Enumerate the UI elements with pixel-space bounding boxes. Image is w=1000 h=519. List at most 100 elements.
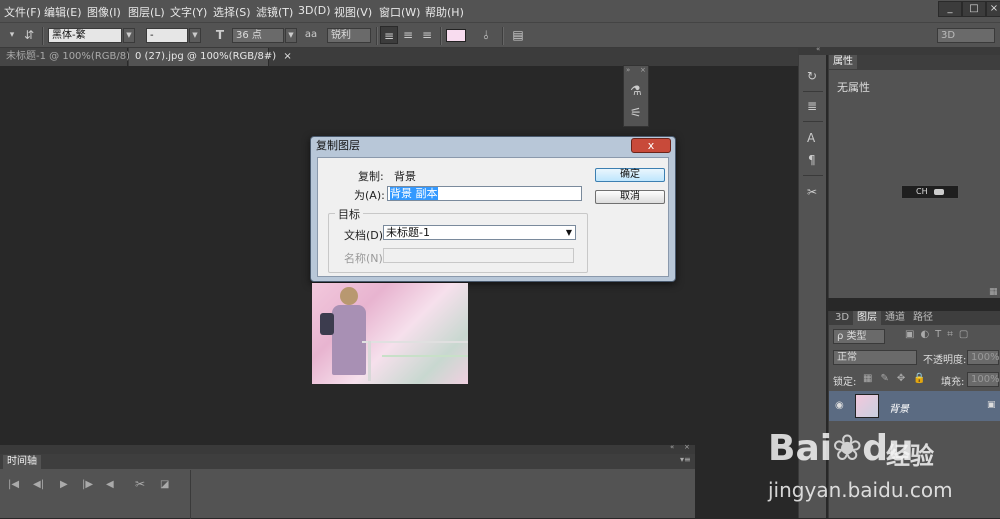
layer-name-selected-text: 背景 副本 (390, 187, 438, 200)
align-left-icon[interactable]: ≡ (380, 26, 398, 44)
align-right-icon[interactable]: ≡ (418, 26, 436, 44)
filter-icons[interactable]: ▣◐T⌗▢ (905, 329, 974, 340)
first-frame-icon[interactable]: |◀ (8, 479, 19, 490)
timeline-tab-bar: 时间轴 ▾≡ (0, 454, 695, 469)
font-style-caret-icon[interactable]: ▼ (189, 28, 201, 43)
minimize-button[interactable]: _ (938, 1, 962, 17)
menu-select[interactable]: 选择(S) (213, 4, 251, 20)
close-icon[interactable]: × (640, 66, 646, 74)
menu-3d[interactable]: 3D(D) (298, 4, 331, 17)
menu-filter[interactable]: 滤镜(T) (256, 4, 293, 20)
document-select-value: 未标题-1 (386, 226, 430, 239)
delete-icon[interactable]: ▦ (989, 287, 998, 297)
play-icon[interactable]: ▶ (60, 479, 68, 490)
character-icon[interactable]: A (807, 131, 815, 145)
cancel-button[interactable]: 取消 (595, 190, 665, 204)
tab-timeline[interactable]: 时间轴 (3, 455, 41, 469)
character-panel-icon[interactable]: ▤ (509, 26, 527, 44)
dialog-close-button[interactable]: x (631, 138, 671, 153)
history-icon[interactable]: ↻ (807, 69, 817, 83)
tab-3d[interactable]: 3D (831, 311, 853, 325)
document-tab-bar: 未标题-1 @ 100%(RGB/8) × 0 (27).jpg @ 100%(… (0, 48, 798, 66)
layer-row-background[interactable]: ◉ 背景 ▣ (829, 391, 1000, 421)
font-size-input[interactable]: 36 点 (232, 28, 284, 43)
menu-image[interactable]: 图像(I) (87, 4, 121, 20)
font-family-caret-icon[interactable]: ▼ (123, 28, 135, 43)
transition-icon[interactable]: ◪ (160, 479, 169, 490)
railing-post (368, 341, 371, 381)
collapse-icon[interactable]: « (670, 443, 674, 451)
lock-icons[interactable]: ▦✎✥🔒 (863, 373, 934, 384)
name-label: 名称(N): (344, 252, 387, 265)
tab-properties[interactable]: 属性 (829, 55, 857, 69)
menu-file[interactable]: 文件(F) (4, 4, 41, 20)
font-style-select[interactable]: - (146, 28, 188, 43)
name-field[interactable] (383, 248, 574, 263)
antialias-select[interactable]: 锐利 (327, 28, 371, 43)
opacity-input[interactable]: 100% (967, 350, 1000, 365)
canvas-image[interactable] (312, 283, 468, 384)
collapse-icon[interactable]: « (816, 45, 820, 53)
paragraph-icon[interactable]: ¶ (808, 153, 816, 167)
tab-untitled[interactable]: 未标题-1 @ 100%(RGB/8) × (0, 48, 146, 66)
document-select[interactable]: 未标题-1 ▼ (383, 225, 576, 240)
as-label: 为(A): (354, 189, 385, 202)
menu-layer[interactable]: 图层(L) (128, 4, 165, 20)
menu-window[interactable]: 窗口(W) (379, 4, 420, 20)
menu-type[interactable]: 文字(Y) (170, 4, 207, 20)
target-group-label: 目标 (335, 206, 363, 222)
font-size-caret-icon[interactable]: ▼ (285, 28, 297, 43)
timeline-header-strip: « × (0, 443, 695, 454)
tab-paths[interactable]: 路径 (909, 311, 937, 325)
menu-help[interactable]: 帮助(H) (425, 4, 464, 20)
tab-channels[interactable]: 通道 (881, 311, 909, 325)
text-color-swatch[interactable] (446, 29, 466, 42)
panel-menu-icon[interactable]: ▾≡ (680, 455, 691, 464)
tab-label: 0 (27).jpg @ 100%(RGB/8#) (135, 51, 277, 62)
duplicate-layer-dialog: 复制图层 x 复制: 背景 为(A): 背景 副本 目标 文档(D): 未标题-… (310, 136, 676, 282)
timeline-panel: « × 时间轴 ▾≡ |◀ ◀| ▶ |▶ ◀ ✂ ◪ (0, 443, 695, 519)
tab-label: 未标题-1 @ 100%(RGB/8) (6, 51, 131, 62)
layer-name-input[interactable]: 背景 副本 (387, 186, 582, 201)
opacity-label: 不透明度: (923, 355, 967, 366)
fill-input[interactable]: 100% (967, 372, 1000, 387)
blend-mode-select[interactable]: 正常 (833, 350, 917, 365)
tool-preset-caret-icon[interactable]: ▾ (3, 26, 21, 44)
warp-text-icon[interactable]: ⫰ (477, 26, 495, 44)
ime-toolbar[interactable]: CH (901, 185, 959, 199)
options-bar: ▾ ⇵ 黑体-繁 ▼ - ▼ T 36 点 ▼ aa 锐利 ≡ ≡ ≡ ⫰ ▤ … (0, 22, 1000, 48)
tab-layers[interactable]: 图层 (853, 311, 881, 325)
ok-button[interactable]: 确定 (595, 168, 665, 182)
prev-frame-icon[interactable]: ◀| (33, 479, 44, 490)
text-orientation-icon[interactable]: ⇵ (20, 26, 38, 44)
workspace-select[interactable]: 3D (937, 28, 995, 43)
dialog-body: 复制: 背景 为(A): 背景 副本 目标 文档(D): 未标题-1 ▼ 名称(… (317, 157, 669, 277)
tool-preset-icon[interactable]: ⚟ (630, 106, 642, 121)
close-window-button[interactable]: × (986, 1, 1000, 17)
brush-preset-icon[interactable]: ⚗ (630, 84, 642, 99)
fill-label: 填充: (941, 377, 965, 388)
layer-name[interactable]: 背景 (889, 400, 909, 415)
document-label: 文档(D): (344, 229, 387, 242)
dialog-title: 复制图层 (316, 139, 360, 152)
paw-icon: ❀ (832, 428, 863, 469)
layer-thumbnail (855, 394, 879, 418)
next-frame-icon[interactable]: |▶ (82, 479, 93, 490)
tools-icon[interactable]: ✂ (807, 185, 817, 199)
menu-edit[interactable]: 编辑(E) (44, 4, 82, 20)
railing-top (362, 341, 468, 343)
restore-button[interactable]: □ (962, 1, 986, 17)
split-icon[interactable]: ✂ (135, 477, 145, 491)
align-center-icon[interactable]: ≡ (399, 26, 417, 44)
close-icon[interactable]: × (684, 443, 690, 451)
layer-filter-select[interactable]: ρ 类型 (833, 329, 885, 344)
tab-photo[interactable]: 0 (27).jpg @ 100%(RGB/8#) × (129, 48, 292, 66)
close-icon[interactable]: × (283, 51, 291, 62)
collapse-icon[interactable]: » (626, 66, 630, 74)
audio-icon[interactable]: ◀ (106, 479, 114, 490)
menu-view[interactable]: 视图(V) (334, 4, 372, 20)
eye-icon[interactable]: ◉ (835, 400, 844, 411)
font-family-select[interactable]: 黑体-繁 (48, 28, 122, 43)
watermark-url: jingyan.baidu.com (768, 478, 953, 502)
layer-comps-icon[interactable]: ≣ (807, 99, 817, 113)
